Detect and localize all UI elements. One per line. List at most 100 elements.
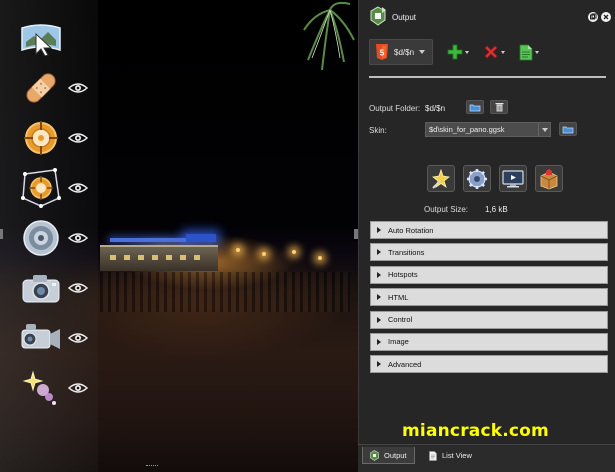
output-size-label: Output Size: xyxy=(424,205,469,214)
chevron-down-icon xyxy=(419,50,426,54)
street-lamp xyxy=(292,250,296,254)
crowd xyxy=(100,272,350,312)
camera-icon[interactable] xyxy=(20,267,62,309)
output-icon xyxy=(370,6,386,26)
tab-label: Output xyxy=(384,450,407,460)
patch-tool[interactable] xyxy=(20,67,88,109)
folder-icon xyxy=(562,126,574,133)
chevron-down-icon xyxy=(538,123,550,136)
output-toolbar: 5 $d/$n xyxy=(369,39,539,65)
video-camera-icon[interactable] xyxy=(20,317,62,359)
trash-icon xyxy=(495,103,503,112)
section-label: HTML xyxy=(388,292,409,302)
blue-sign xyxy=(186,234,216,242)
blue-light-strip xyxy=(110,238,186,242)
folder-icon xyxy=(469,104,481,111)
section-transitions[interactable]: Transitions xyxy=(370,243,608,262)
document-icon xyxy=(429,450,437,461)
section-advanced[interactable]: Advanced xyxy=(370,355,608,374)
output-folder-value: $d/$n xyxy=(425,104,446,113)
panorama-pointer-icon[interactable] xyxy=(20,18,62,60)
expand-triangle-icon xyxy=(377,294,381,301)
settings-sections: Auto Rotation Transitions Hotspots HTML … xyxy=(370,221,608,378)
skin-select[interactable]: $d\skin_for_pano.ggsk xyxy=(425,122,551,137)
expand-triangle-icon xyxy=(377,316,381,323)
target-icon[interactable] xyxy=(20,117,62,159)
eye-icon[interactable] xyxy=(68,182,88,194)
tab-label: List View xyxy=(442,451,472,460)
speaker-icon[interactable] xyxy=(20,217,62,259)
generate-button[interactable] xyxy=(427,165,455,192)
watermark-text: miancrack.com xyxy=(402,421,549,441)
expand-triangle-icon xyxy=(377,271,381,278)
output-icon xyxy=(370,449,379,461)
video-tool[interactable] xyxy=(20,317,88,359)
polygon-target-icon[interactable] xyxy=(20,167,62,209)
divider xyxy=(369,76,606,78)
eye-icon[interactable] xyxy=(68,332,88,344)
settings-button[interactable] xyxy=(463,165,491,192)
tab-list-view[interactable]: List View xyxy=(422,447,479,464)
viewer-tool[interactable] xyxy=(20,18,62,60)
eye-icon[interactable] xyxy=(68,282,88,294)
gear-icon xyxy=(467,168,487,189)
section-label: Hotspots xyxy=(388,270,418,280)
eye-icon[interactable] xyxy=(68,382,88,394)
magic-wand-icon xyxy=(432,168,450,189)
polygon-hotspot-tool[interactable] xyxy=(20,167,88,209)
close-button[interactable] xyxy=(601,12,611,22)
expand-triangle-icon xyxy=(377,361,381,368)
panel-title: Output xyxy=(392,13,417,22)
chevron-down-icon xyxy=(535,50,539,54)
section-label: Auto Rotation xyxy=(388,225,434,235)
document-icon xyxy=(519,44,533,60)
panorama-viewer[interactable] xyxy=(0,0,358,472)
lensflare-tool[interactable] xyxy=(20,367,88,409)
open-folder-button[interactable] xyxy=(466,100,484,114)
remove-icon xyxy=(484,45,498,59)
hotspot-tool[interactable] xyxy=(20,117,88,159)
preview-button[interactable] xyxy=(499,165,527,192)
delete-folder-button[interactable] xyxy=(490,100,508,114)
section-label: Transitions xyxy=(388,247,425,257)
remove-output-button[interactable] xyxy=(483,44,505,60)
lensflare-icon[interactable] xyxy=(20,367,62,409)
monitor-icon xyxy=(502,169,524,187)
street-lamp xyxy=(262,252,266,256)
section-label: Control xyxy=(388,315,413,325)
image-tool[interactable] xyxy=(20,267,88,309)
svg-text:5: 5 xyxy=(380,49,385,58)
section-auto-rotation[interactable]: Auto Rotation xyxy=(370,221,608,239)
section-html[interactable]: HTML xyxy=(370,288,608,307)
expand-triangle-icon xyxy=(377,249,381,256)
close-icon xyxy=(603,14,609,20)
building xyxy=(100,245,218,271)
float-button[interactable] xyxy=(588,12,598,22)
document-button[interactable] xyxy=(519,44,539,61)
open-skin-button[interactable] xyxy=(559,122,577,136)
chevron-down-icon xyxy=(465,50,469,54)
output-folder-label: Output Folder: xyxy=(369,104,421,113)
section-hotspots[interactable]: Hotspots xyxy=(370,265,608,284)
left-resize-handle[interactable] xyxy=(0,229,3,239)
bandage-icon[interactable] xyxy=(20,67,62,109)
eye-icon[interactable] xyxy=(68,82,88,94)
skin-label: Skin: xyxy=(369,126,387,135)
eye-icon[interactable] xyxy=(68,232,88,244)
package-icon xyxy=(540,168,558,189)
bottom-resize-handle[interactable] xyxy=(146,465,158,468)
section-image[interactable]: Image xyxy=(370,332,608,351)
output-format-select[interactable]: 5 $d/$n xyxy=(369,39,433,65)
sound-tool[interactable] xyxy=(20,217,88,259)
add-output-button[interactable] xyxy=(447,44,469,60)
output-size-value: 1,6 kB xyxy=(485,205,508,214)
panel-titlebar: Output xyxy=(359,0,615,34)
output-panel: Output 5 $d/$n Output Folder: $d/$n Skin… xyxy=(358,0,615,472)
package-button[interactable] xyxy=(535,165,563,192)
section-control[interactable]: Control xyxy=(370,310,608,329)
section-label: Advanced xyxy=(388,359,422,369)
eye-icon[interactable] xyxy=(68,132,88,144)
skin-value: $d\skin_for_pano.ggsk xyxy=(429,125,505,134)
bottom-tab-bar: Output List View xyxy=(358,444,615,472)
tab-output[interactable]: Output xyxy=(362,447,415,464)
